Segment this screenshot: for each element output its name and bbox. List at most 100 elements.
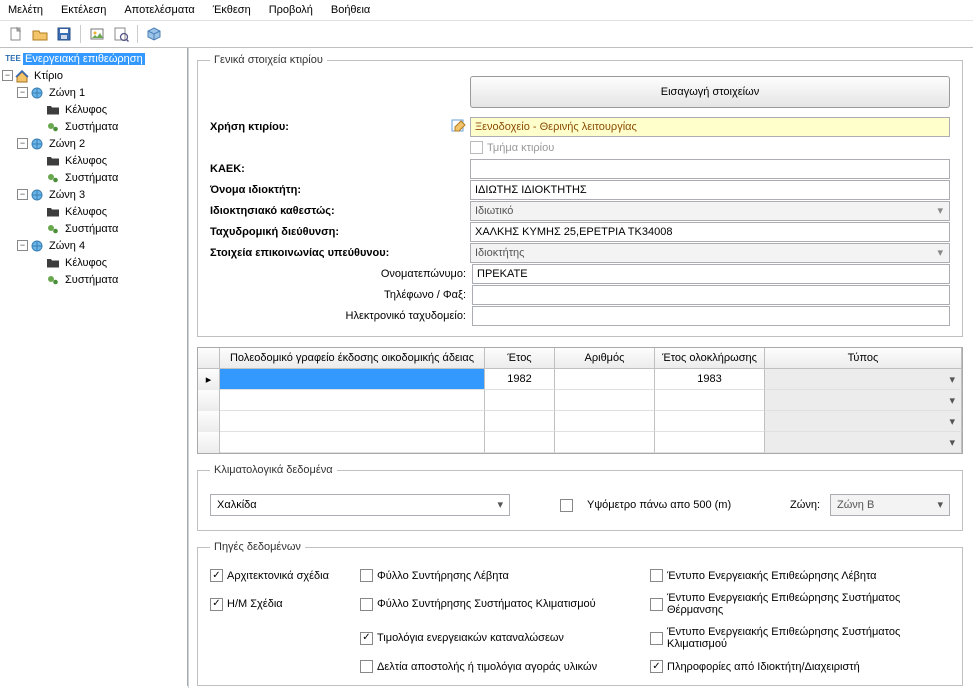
cell-comp[interactable]: 1983 bbox=[655, 369, 765, 390]
gears-icon bbox=[46, 273, 60, 287]
addr-input[interactable]: ΧΑΛΚΗΣ ΚΥΜΗΣ 25,ΕΡΕΤΡΙΑ ΤΚ34008 bbox=[470, 222, 950, 242]
tree-zone-4-systems[interactable]: Συστήματα bbox=[0, 271, 187, 288]
collapse-icon[interactable]: − bbox=[17, 240, 28, 251]
tree-building-item[interactable]: − Κτίριο bbox=[0, 67, 187, 84]
globe-icon bbox=[30, 86, 44, 100]
open-icon[interactable] bbox=[30, 24, 50, 44]
src-boiler-insp[interactable]: Έντυπο Ενεργειακής Επιθεώρησης Λέβητα bbox=[650, 569, 950, 582]
collapse-icon[interactable]: − bbox=[17, 87, 28, 98]
col-year[interactable]: Έτος bbox=[485, 348, 555, 368]
image-icon[interactable] bbox=[87, 24, 107, 44]
save-icon[interactable] bbox=[54, 24, 74, 44]
owner-label: Όνομα ιδιοκτήτη: bbox=[210, 184, 448, 196]
tree-zone-2-systems[interactable]: Συστήματα bbox=[0, 169, 187, 186]
part-checkbox[interactable] bbox=[470, 141, 483, 154]
src-boiler-sheet[interactable]: Φύλλο Συντήρησης Λέβητα bbox=[360, 569, 650, 582]
toolbar bbox=[0, 21, 973, 48]
globe-icon bbox=[30, 188, 44, 202]
use-value[interactable]: Ξενοδοχείο - Θερινής λειτουργίας bbox=[470, 117, 950, 137]
menu-view[interactable]: Προβολή bbox=[269, 4, 313, 16]
tree-zone-1-systems[interactable]: Συστήματα bbox=[0, 118, 187, 135]
tree-zone-1-envelope[interactable]: Κέλυφος bbox=[0, 101, 187, 118]
import-button[interactable]: Εισαγωγή στοιχείων bbox=[470, 76, 950, 108]
menu-study[interactable]: Μελέτη bbox=[8, 4, 43, 16]
grid-row-4[interactable] bbox=[198, 432, 962, 453]
menu-results[interactable]: Αποτελέσματα bbox=[124, 4, 194, 16]
climate-legend: Κλιματολογικά δεδομένα bbox=[210, 464, 337, 476]
cell-number[interactable] bbox=[555, 369, 655, 390]
menu-help[interactable]: Βοήθεια bbox=[331, 4, 370, 16]
preview-icon[interactable] bbox=[111, 24, 131, 44]
folder-icon bbox=[46, 154, 60, 168]
ownstat-label: Ιδιοκτησιακό καθεστώς: bbox=[210, 205, 448, 217]
general-section: Γενικά στοιχεία κτιρίου Εισαγωγή στοιχεί… bbox=[197, 54, 963, 337]
src-ac-insp[interactable]: Έντυπο Ενεργειακής Επιθεώρησης Συστήματο… bbox=[650, 626, 950, 650]
tree-zone-1[interactable]: − Ζώνη 1 bbox=[0, 84, 187, 101]
globe-icon bbox=[30, 239, 44, 253]
kaek-input[interactable] bbox=[470, 159, 950, 179]
phone-input[interactable] bbox=[472, 285, 950, 305]
src-hm[interactable]: Η/Μ Σχέδια bbox=[210, 592, 360, 616]
src-arch[interactable]: Αρχιτεκτονικά σχέδια bbox=[210, 569, 360, 582]
phone-label: Τηλέφωνο / Φαξ: bbox=[210, 289, 472, 301]
tree-zone-2[interactable]: − Ζώνη 2 bbox=[0, 135, 187, 152]
col-number[interactable]: Αριθμός bbox=[555, 348, 655, 368]
edit-icon[interactable] bbox=[448, 119, 470, 135]
folder-icon bbox=[46, 103, 60, 117]
col-office[interactable]: Πολεοδομικό γραφείο έκδοσης οικοδομικής … bbox=[220, 348, 485, 368]
package-icon[interactable] bbox=[144, 24, 164, 44]
col-type[interactable]: Τύπος bbox=[765, 348, 962, 368]
menu-exec[interactable]: Εκτέλεση bbox=[61, 4, 106, 16]
kaek-label: ΚΑΕΚ: bbox=[210, 163, 448, 175]
sources-section: Πηγές δεδομένων Αρχιτεκτονικά σχέδια Φύλ… bbox=[197, 541, 963, 686]
owner-input[interactable]: ΙΔΙΩΤΗΣ ΙΔΙΟΚΤΗΤΗΣ bbox=[470, 180, 950, 200]
grid-row-1[interactable]: ▸ 1982 1983 bbox=[198, 369, 962, 390]
collapse-icon[interactable]: − bbox=[2, 70, 13, 81]
tree-zone-3-envelope[interactable]: Κέλυφος bbox=[0, 203, 187, 220]
tree-root-item[interactable]: ΤΕΕ Ενεργειακή επιθεώρηση bbox=[0, 50, 187, 67]
zone-select[interactable]: Ζώνη Β bbox=[830, 494, 950, 516]
grid-row-2[interactable] bbox=[198, 390, 962, 411]
tree-root-label: Ενεργειακή επιθεώρηση bbox=[23, 53, 145, 65]
general-legend: Γενικά στοιχεία κτιρίου bbox=[210, 54, 327, 66]
cell-type-select[interactable] bbox=[765, 369, 962, 390]
altitude-checkbox[interactable] bbox=[560, 499, 573, 512]
tree-zone-3[interactable]: − Ζώνη 3 bbox=[0, 186, 187, 203]
grid-header: Πολεοδομικό γραφείο έκδοσης οικοδομικής … bbox=[198, 348, 962, 369]
tree-zone-3-systems[interactable]: Συστήματα bbox=[0, 220, 187, 237]
addr-label: Ταχυδρομική διεύθυνση: bbox=[210, 226, 448, 238]
use-label: Χρήση κτιρίου: bbox=[210, 121, 448, 133]
contact-select[interactable]: Ιδιοκτήτης bbox=[470, 243, 950, 263]
menu-report[interactable]: Έκθεση bbox=[213, 4, 251, 16]
separator bbox=[80, 25, 81, 43]
cell-type-select[interactable] bbox=[765, 411, 962, 432]
contact-label: Στοιχεία επικοινωνίας υπεύθυνου: bbox=[210, 247, 448, 259]
cell-year[interactable]: 1982 bbox=[485, 369, 555, 390]
cell-type-select[interactable] bbox=[765, 390, 962, 411]
folder-icon bbox=[46, 205, 60, 219]
col-comp[interactable]: Έτος ολοκλήρωσης bbox=[655, 348, 765, 368]
cell-type-select[interactable] bbox=[765, 432, 962, 453]
src-delivery[interactable]: Δελτία αποστολής ή τιμολόγια αγοράς υλικ… bbox=[360, 660, 650, 673]
city-select[interactable]: Χαλκίδα bbox=[210, 494, 510, 516]
email-input[interactable] bbox=[472, 306, 950, 326]
src-heat-insp[interactable]: Έντυπο Ενεργειακής Επιθεώρησης Συστήματο… bbox=[650, 592, 950, 616]
collapse-icon[interactable]: − bbox=[17, 138, 28, 149]
grid-row-3[interactable] bbox=[198, 411, 962, 432]
new-icon[interactable] bbox=[6, 24, 26, 44]
zone-label: Ζώνη: bbox=[790, 499, 820, 511]
src-ac-sheet[interactable]: Φύλλο Συντήρησης Συστήματος Κλιματισμού bbox=[360, 592, 650, 616]
src-energy-bills[interactable]: Τιμολόγια ενεργειακών καταναλώσεων bbox=[360, 626, 650, 650]
altitude-label: Υψόμετρο πάνω απο 500 (m) bbox=[587, 499, 731, 511]
collapse-icon[interactable]: − bbox=[17, 189, 28, 200]
folder-icon bbox=[46, 256, 60, 270]
src-owner-info[interactable]: Πληροφορίες από Ιδιοκτήτη/Διαχειριστή bbox=[650, 660, 950, 673]
name-input[interactable]: ΠΡΕΚΑΤΕ bbox=[472, 264, 950, 284]
tree-zone-4[interactable]: − Ζώνη 4 bbox=[0, 237, 187, 254]
permits-grid: Πολεοδομικό γραφείο έκδοσης οικοδομικής … bbox=[197, 347, 963, 454]
tree-zone-2-envelope[interactable]: Κέλυφος bbox=[0, 152, 187, 169]
gears-icon bbox=[46, 171, 60, 185]
tree-zone-4-envelope[interactable]: Κέλυφος bbox=[0, 254, 187, 271]
ownstat-select[interactable]: Ιδιωτικό bbox=[470, 201, 950, 221]
name-label: Ονοματεπώνυμο: bbox=[210, 268, 472, 280]
